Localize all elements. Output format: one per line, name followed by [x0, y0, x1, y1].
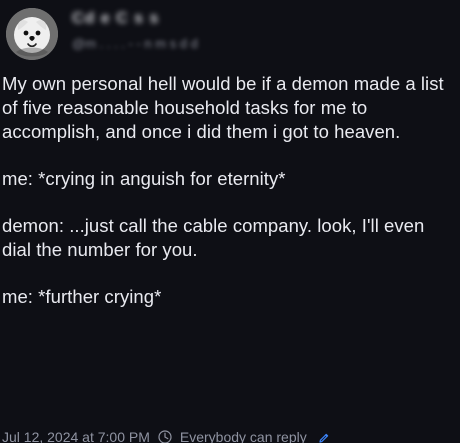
- timestamp[interactable]: Jul 12, 2024 at 7:00 PM: [2, 429, 150, 443]
- post-header: Cd e C s s @m . . . . - - n m s d d: [6, 6, 446, 62]
- pencil-icon[interactable]: [318, 431, 330, 443]
- reply-scope-icon: [158, 430, 172, 443]
- post-body: My own personal hell would be if a demon…: [0, 72, 454, 332]
- reply-setting[interactable]: Everybody can reply: [180, 429, 307, 443]
- handle[interactable]: @m . . . . - - n m s d d: [72, 36, 198, 51]
- dog-avatar-icon: [6, 8, 58, 60]
- post-paragraph-2: me: *crying in anguish for eternity*: [2, 168, 286, 189]
- post-paragraph-1: My own personal hell would be if a demon…: [2, 73, 449, 142]
- avatar[interactable]: [6, 8, 58, 60]
- post-footer: Jul 12, 2024 at 7:00 PM Everybody can re…: [0, 426, 460, 443]
- post-paragraph-3: demon: ...just call the cable company. l…: [2, 215, 430, 260]
- post-card: Cd e C s s @m . . . . - - n m s d d My o…: [0, 0, 460, 443]
- post-paragraph-4: me: *further crying*: [2, 286, 162, 307]
- display-name[interactable]: Cd e C s s: [72, 10, 159, 28]
